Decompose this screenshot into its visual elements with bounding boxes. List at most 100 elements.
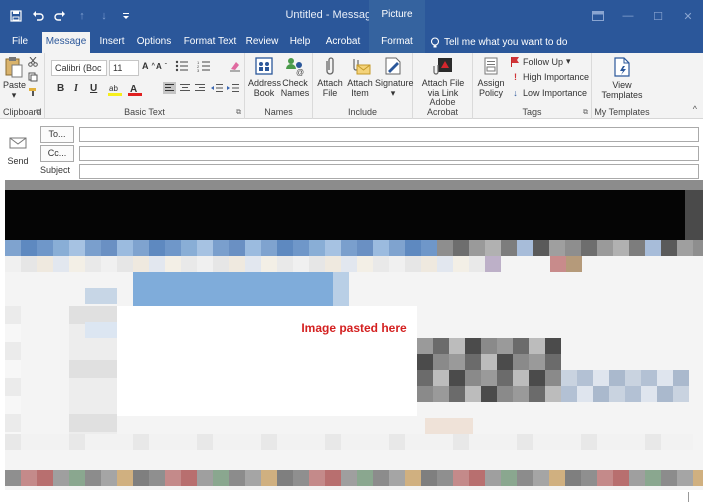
view-templates-button[interactable]: View Templates xyxy=(598,56,646,100)
tab-format[interactable]: Format xyxy=(369,32,425,53)
down-arrow-icon: ↓ xyxy=(513,88,518,98)
pixel-block xyxy=(389,240,405,256)
tab-acrobat[interactable]: Acrobat xyxy=(322,32,364,53)
pixel-block xyxy=(629,470,645,486)
pixel-block xyxy=(513,386,529,402)
pixel-block xyxy=(293,470,309,486)
compose-header: Send To... Cc... Subject xyxy=(0,120,703,180)
send-button[interactable]: Send xyxy=(4,124,32,174)
pixel-block xyxy=(197,256,213,272)
check-names-button[interactable]: @ Check Names xyxy=(280,56,310,98)
attach-item-button[interactable]: Attach Item xyxy=(345,56,375,98)
high-importance-button[interactable]: ! High Importance xyxy=(511,72,589,82)
bullets-icon[interactable] xyxy=(175,60,191,72)
to-field[interactable] xyxy=(79,127,699,142)
align-left-icon[interactable] xyxy=(163,82,176,94)
cc-button[interactable]: Cc... xyxy=(40,145,74,162)
maximize-icon[interactable]: ☐ xyxy=(643,0,673,32)
increase-indent-icon[interactable] xyxy=(227,82,239,94)
check-names-label-2: Names xyxy=(280,88,310,98)
font-size-combo[interactable]: 11 xyxy=(109,60,139,76)
pixel-block xyxy=(181,434,197,450)
exclamation-icon: ! xyxy=(514,72,517,82)
close-icon[interactable]: ✕ xyxy=(673,0,703,32)
pixel-block xyxy=(501,240,517,256)
tags-launcher-icon[interactable]: ⧉ xyxy=(583,109,588,117)
pixel-block xyxy=(85,256,101,272)
address-book-button[interactable]: Address Book xyxy=(248,56,281,98)
group-include: Attach File Attach Item Signature ▾ Incl… xyxy=(313,53,414,119)
assign-policy-button[interactable]: Assign Policy xyxy=(475,56,507,98)
ribbon-display-icon[interactable] xyxy=(583,0,613,32)
pixel-block xyxy=(85,288,117,304)
pixel-block xyxy=(101,434,117,450)
paperclip-icon xyxy=(323,56,337,76)
check-names-icon: @ xyxy=(284,56,306,76)
pixel-block xyxy=(501,470,517,486)
basic-text-launcher-icon[interactable]: ⧉ xyxy=(236,109,241,117)
pixel-block xyxy=(433,354,449,370)
signature-dropdown-icon[interactable]: ▾ xyxy=(375,88,411,98)
collapse-ribbon-icon[interactable]: ^ xyxy=(693,104,697,114)
pixel-block xyxy=(309,470,325,486)
clipboard-launcher-icon[interactable]: ⧉ xyxy=(36,109,41,117)
grow-font-icon[interactable]: A ^ xyxy=(142,61,155,71)
pixel-block xyxy=(149,470,165,486)
pixel-block xyxy=(609,386,625,402)
decrease-indent-icon[interactable] xyxy=(211,82,223,94)
to-button[interactable]: To... xyxy=(40,126,74,143)
pixel-block xyxy=(197,434,213,450)
tab-format-text[interactable]: Format Text xyxy=(182,32,238,53)
clear-formatting-icon[interactable] xyxy=(229,60,241,72)
cut-icon[interactable] xyxy=(28,57,38,67)
message-body[interactable]: Image pasted here xyxy=(0,180,703,504)
pixel-block xyxy=(465,338,481,354)
align-center-icon[interactable] xyxy=(179,82,191,94)
tell-me-box[interactable]: Tell me what you want to do xyxy=(430,32,567,53)
tab-file[interactable]: File xyxy=(6,32,34,53)
tab-message[interactable]: Message xyxy=(42,32,90,53)
format-painter-icon[interactable] xyxy=(28,87,38,97)
send-icon xyxy=(9,136,27,150)
pixel-block xyxy=(597,470,613,486)
pixel-block xyxy=(277,434,293,450)
underline-button[interactable]: U xyxy=(90,83,97,94)
attach-item-label-1: Attach xyxy=(347,78,373,88)
tab-insert[interactable]: Insert xyxy=(95,32,129,53)
tab-review[interactable]: Review xyxy=(243,32,281,53)
cc-field[interactable] xyxy=(79,146,699,161)
copy-icon[interactable] xyxy=(28,72,38,82)
numbering-icon[interactable]: 123 xyxy=(197,60,213,72)
shrink-font-icon[interactable]: Aˇ xyxy=(156,62,167,71)
pixel-block xyxy=(21,256,37,272)
highlight-icon[interactable]: ab xyxy=(108,82,122,96)
follow-up-button[interactable]: Follow Up ▾ xyxy=(511,56,571,67)
align-right-icon[interactable] xyxy=(194,82,206,94)
pixel-block xyxy=(245,470,261,486)
font-name-combo[interactable]: Calibri (Boc xyxy=(51,60,107,76)
paste-button[interactable]: Paste ▾ xyxy=(3,56,26,100)
pixel-block xyxy=(545,354,561,370)
pixel-block xyxy=(517,240,533,256)
pixel-block xyxy=(453,470,469,486)
pixel-block xyxy=(513,354,529,370)
subject-field[interactable] xyxy=(79,164,699,179)
bold-button[interactable]: B xyxy=(57,83,64,94)
pasted-image[interactable]: Image pasted here xyxy=(5,180,703,490)
pixel-block xyxy=(481,370,497,386)
attach-file-via-link-button[interactable]: Attach File via Link xyxy=(419,56,467,98)
low-importance-button[interactable]: ↓ Low Importance xyxy=(511,88,587,98)
address-book-label-2: Book xyxy=(253,88,275,98)
pixel-block xyxy=(133,434,149,450)
paste-dropdown-icon[interactable]: ▾ xyxy=(3,90,25,100)
tab-help[interactable]: Help xyxy=(285,32,315,53)
group-clipboard: Paste ▾ Clipboard ⧉ xyxy=(0,53,45,119)
attach-file-button[interactable]: Attach File xyxy=(315,56,345,98)
font-color-icon[interactable]: A xyxy=(128,82,142,96)
tab-options[interactable]: Options xyxy=(134,32,174,53)
italic-button[interactable]: I xyxy=(74,83,78,94)
signature-button[interactable]: Signature ▾ xyxy=(375,56,414,98)
pixel-block xyxy=(577,370,593,386)
minimize-icon[interactable]: — xyxy=(613,0,643,32)
group-tags: Assign Policy Follow Up ▾ ! High Importa… xyxy=(473,53,592,119)
